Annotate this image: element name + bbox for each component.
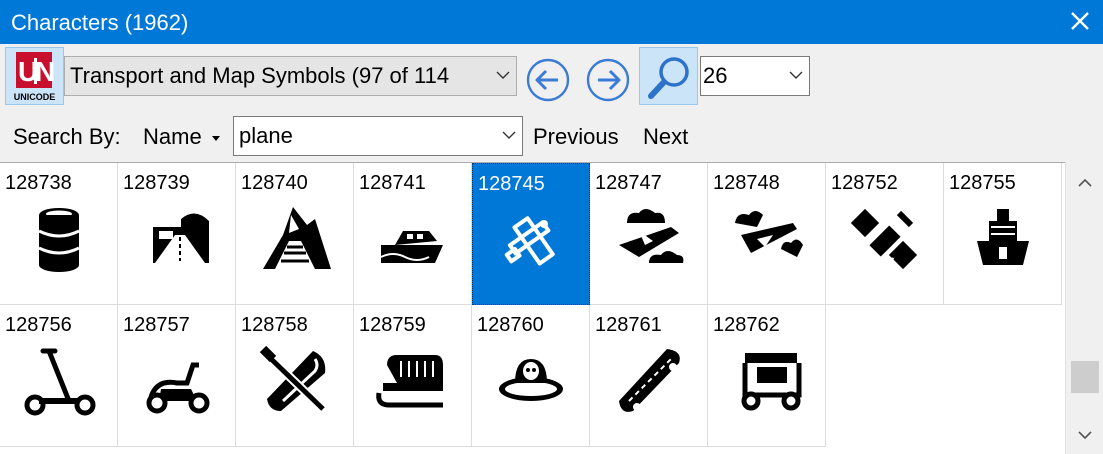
character-cell[interactable]: 128757 [118, 305, 236, 447]
character-code: 128759 [359, 314, 426, 336]
character-code: 128748 [713, 172, 780, 194]
character-code: 128760 [477, 314, 544, 336]
next-link[interactable]: Next [643, 124, 688, 150]
character-cell[interactable]: 128755 [944, 163, 1062, 305]
auto-rickshaw-icon [741, 353, 802, 411]
flying-saucer-icon [499, 359, 563, 401]
character-code: 128738 [5, 172, 72, 194]
unicode-logo-icon: U N UNICODE [14, 52, 56, 102]
small-airplane-icon [504, 216, 555, 266]
vertical-scrollbar[interactable] [1065, 162, 1103, 454]
character-code: 128756 [5, 314, 72, 336]
character-grid: 128738 128739 128740 128741 128745 128747 1287… [0, 162, 1065, 454]
oil-drum-icon [38, 208, 80, 272]
airplane-departure-icon [735, 211, 803, 257]
scroll-down-icon[interactable] [1075, 428, 1095, 442]
block-select-value: Transport and Map Symbols (97 of 114 [70, 63, 450, 88]
character-cell[interactable]: 128745 [472, 163, 590, 305]
skateboard-icon [619, 349, 680, 412]
mountain-railway-icon [263, 207, 331, 269]
next-block-button[interactable] [585, 57, 631, 103]
chevron-down-icon [496, 71, 510, 79]
previous-block-button[interactable] [525, 57, 571, 103]
character-code: 128740 [241, 172, 308, 194]
satellite-icon [850, 207, 918, 270]
character-cell[interactable]: 128739 [118, 163, 236, 305]
character-code: 128745 [478, 173, 545, 195]
character-cell[interactable]: 128752 [826, 163, 944, 305]
character-cell[interactable]: 128756 [0, 305, 118, 447]
search-toggle-button[interactable] [639, 47, 698, 105]
character-cell[interactable]: 128761 [590, 305, 708, 447]
passenger-ship-icon [977, 209, 1029, 265]
title-bar: Characters (1962) [0, 0, 1103, 44]
character-code: 128755 [949, 172, 1016, 194]
window-title: Characters (1962) [11, 10, 189, 35]
scroll-up-icon[interactable] [1075, 176, 1095, 190]
character-code: 128762 [713, 314, 780, 336]
logo-text: UNICODE [14, 92, 56, 102]
search-input[interactable]: plane [233, 116, 523, 156]
character-cell[interactable]: 128760 [472, 305, 590, 447]
character-cell[interactable]: 128741 [354, 163, 472, 305]
unicode-logo-button[interactable]: U N UNICODE [5, 47, 64, 105]
character-cell[interactable]: 128762 [708, 305, 826, 447]
character-code: 128752 [831, 172, 898, 194]
character-cell[interactable]: 128748 [708, 163, 826, 305]
character-code: 128758 [241, 314, 308, 336]
character-code: 128739 [123, 172, 190, 194]
font-size-select[interactable]: 26 [700, 56, 810, 96]
close-icon[interactable] [1065, 6, 1095, 36]
character-code: 128747 [595, 172, 662, 194]
motorway-icon [153, 213, 209, 263]
character-code: 128761 [595, 314, 662, 336]
motor-boat-icon [380, 231, 443, 263]
character-cell[interactable]: 128758 [236, 305, 354, 447]
character-cell[interactable]: 128740 [236, 163, 354, 305]
previous-link[interactable]: Previous [533, 124, 619, 150]
canoe-icon [259, 345, 327, 413]
svg-text:N: N [35, 56, 55, 87]
character-code: 128757 [123, 314, 190, 336]
search-mode-dropdown[interactable]: Name [143, 124, 221, 150]
search-mode-label: Name [143, 124, 202, 149]
chevron-down-icon [502, 131, 516, 139]
motor-scooter-icon [146, 362, 210, 414]
sled-icon [376, 355, 443, 408]
caret-down-icon [211, 136, 220, 142]
kick-scooter-icon [24, 348, 96, 416]
character-cell[interactable]: 128759 [354, 305, 472, 447]
font-size-value: 26 [703, 63, 728, 88]
toolbar: U N UNICODE Transport and Map Symbols (9… [0, 44, 1103, 162]
character-code: 128741 [359, 172, 426, 194]
scrollbar-thumb[interactable] [1071, 361, 1099, 393]
character-cell[interactable]: 128747 [590, 163, 708, 305]
block-select[interactable]: Transport and Map Symbols (97 of 114 [64, 56, 517, 96]
chevron-down-icon [789, 71, 803, 79]
character-cell[interactable]: 128738 [0, 163, 118, 305]
search-by-label: Search By: [13, 124, 121, 149]
magnifier-icon [648, 57, 689, 99]
search-input-value: plane [239, 123, 293, 148]
airplane-clouds-icon [619, 209, 684, 263]
